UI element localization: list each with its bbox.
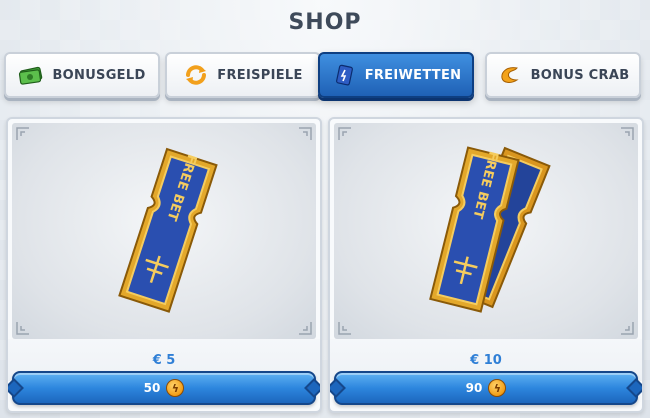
corner-ornament-icon [299,322,312,335]
corner-ornament-icon [16,127,29,140]
tab-bonus-crab[interactable]: BONUS CRAB [485,52,641,98]
corner-ornament-icon [338,127,351,140]
offer-card-1[interactable]: FREE BET € 5 50 ϟ [6,117,322,413]
cost-label: 50 [143,381,161,395]
cash-icon [18,64,44,86]
crab-claw-icon [497,64,523,86]
tab-freiwetten[interactable]: FREIWETTEN [318,52,474,98]
buy-button[interactable]: 50 ϟ [12,371,316,405]
tab-freispiele[interactable]: FREISPIELE [165,52,321,98]
lightning-coin-icon: ϟ [488,379,507,397]
tab-label: FREISPIELE [217,67,303,83]
corner-ornament-icon [299,127,312,140]
ticket-card-icon [331,64,357,86]
page-title: SHOP [288,10,362,35]
buy-button[interactable]: 90 ϟ [334,371,638,405]
corner-ornament-icon [621,322,634,335]
lightning-coin-icon: ϟ [166,379,185,397]
refresh-icon [183,64,209,86]
corner-ornament-icon [16,322,29,335]
offer-art: FREE BET [12,123,316,339]
free-bet-tickets-icon: FREE BET [429,146,551,313]
tab-bar: BONUSGELD FREISPIELE FREIWETTEN BONUS CR… [4,52,646,100]
offer-card-2[interactable]: FREE BET € 10 90 ϟ [328,117,644,413]
tab-label: BONUS CRAB [530,67,630,83]
free-bet-ticket-icon: FREE BET [118,147,218,313]
corner-ornament-icon [338,322,351,335]
tab-label: BONUSGELD [52,67,146,83]
corner-ornament-icon [621,127,634,140]
tab-label: FREIWETTEN [364,67,462,83]
tab-bonusgeld[interactable]: BONUSGELD [4,52,160,98]
cost-label: 90 [465,381,483,395]
offer-art: FREE BET [334,123,638,339]
